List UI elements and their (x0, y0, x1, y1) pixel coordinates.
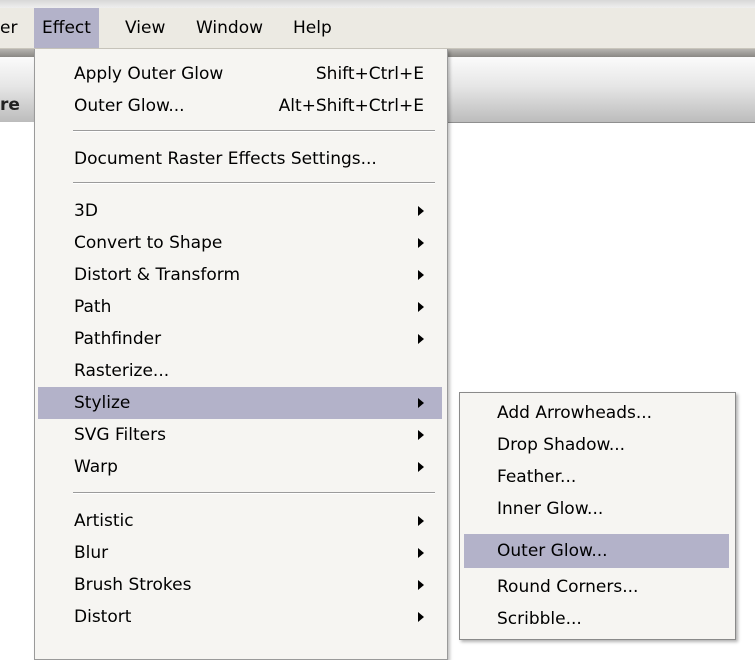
submenu-item-label: Drop Shadow... (497, 435, 626, 455)
document-title-fragment: re (0, 95, 20, 115)
submenu-item-label: Feather... (497, 467, 577, 487)
window-top-strip (0, 0, 755, 8)
submenu-arrow-icon (418, 430, 424, 440)
menu-item-label: Pathfinder (74, 329, 162, 349)
submenu-arrow-icon (418, 206, 424, 216)
menu-item-rasterize[interactable]: Rasterize... (38, 355, 442, 387)
submenu-item-drop-shadow[interactable]: Drop Shadow... (464, 429, 729, 461)
menu-item-brush-strokes[interactable]: Brush Strokes (38, 569, 442, 601)
submenu-item-add-arrowheads[interactable]: Add Arrowheads... (464, 397, 729, 429)
menu-item-stylize[interactable]: Stylize (38, 387, 442, 419)
menu-item-document-raster-effects-settings[interactable]: Document Raster Effects Settings... (38, 143, 442, 175)
menu-item-label: Document Raster Effects Settings... (74, 149, 377, 169)
menu-item-distort[interactable]: Distort (38, 601, 442, 633)
submenu-item-label: Outer Glow... (497, 541, 608, 561)
menu-item-3d[interactable]: 3D (38, 195, 442, 227)
menu-item-pathfinder[interactable]: Pathfinder (38, 323, 442, 355)
menu-item-shortcut: Alt+Shift+Ctrl+E (278, 96, 424, 116)
submenu-arrow-icon (418, 580, 424, 590)
submenu-arrow-icon (418, 270, 424, 280)
submenu-arrow-icon (418, 548, 424, 558)
menu-help[interactable]: Help (293, 8, 332, 48)
menu-item-convert-to-shape[interactable]: Convert to Shape (38, 227, 442, 259)
submenu-item-scribble[interactable]: Scribble... (464, 603, 729, 635)
submenu-item-label: Add Arrowheads... (497, 403, 653, 423)
menu-separator (73, 130, 435, 132)
submenu-item-feather[interactable]: Feather... (464, 461, 729, 493)
menu-item-label: Rasterize... (74, 361, 170, 381)
menu-item-label: Apply Outer Glow (74, 64, 224, 84)
effect-menu: Apply Outer Glow Shift+Ctrl+E Outer Glow… (34, 49, 448, 660)
menu-item-blur[interactable]: Blur (38, 537, 442, 569)
menu-separator (73, 492, 435, 494)
submenu-item-label: Inner Glow... (497, 499, 604, 519)
menu-item-label: Path (74, 297, 112, 317)
menu-window[interactable]: Window (196, 8, 263, 48)
submenu-arrow-icon (418, 398, 424, 408)
document-canvas-edge (0, 122, 34, 659)
menu-item-svg-filters[interactable]: SVG Filters (38, 419, 442, 451)
menu-item-label: Outer Glow... (74, 96, 185, 116)
menu-item-label: Distort & Transform (74, 265, 241, 285)
menu-item-label: Stylize (74, 393, 131, 413)
menu-item-label: SVG Filters (74, 425, 166, 445)
menu-item-label: Artistic (74, 511, 134, 531)
submenu-item-inner-glow[interactable]: Inner Glow... (464, 493, 729, 525)
stylize-submenu: Add Arrowheads... Drop Shadow... Feather… (459, 392, 736, 640)
menu-item-label: Blur (74, 543, 109, 563)
menu-item-label: Convert to Shape (74, 233, 223, 253)
menu-item-label: Brush Strokes (74, 575, 192, 595)
submenu-arrow-icon (418, 334, 424, 344)
menu-item-label: 3D (74, 201, 98, 221)
menu-separator (73, 182, 435, 184)
submenu-item-round-corners[interactable]: Round Corners... (464, 571, 729, 603)
menu-type-partial[interactable]: er (0, 8, 17, 48)
menu-view[interactable]: View (125, 8, 165, 48)
menu-item-label: Warp (74, 457, 118, 477)
submenu-arrow-icon (418, 516, 424, 526)
menu-item-shortcut: Shift+Ctrl+E (315, 64, 424, 84)
submenu-arrow-icon (418, 612, 424, 622)
submenu-arrow-icon (418, 302, 424, 312)
submenu-arrow-icon (418, 462, 424, 472)
menu-item-path[interactable]: Path (38, 291, 442, 323)
menu-item-label: Distort (74, 607, 132, 627)
submenu-item-label: Scribble... (497, 609, 582, 629)
menu-item-distort-transform[interactable]: Distort & Transform (38, 259, 442, 291)
menu-item-warp[interactable]: Warp (38, 451, 442, 483)
submenu-item-outer-glow[interactable]: Outer Glow... (464, 534, 729, 568)
menu-item-artistic[interactable]: Artistic (38, 505, 442, 537)
submenu-item-label: Round Corners... (497, 577, 639, 597)
menu-bar: er Effect View Window Help (0, 8, 755, 49)
menu-effect[interactable]: Effect (34, 8, 99, 48)
submenu-arrow-icon (418, 238, 424, 248)
menu-item-outer-glow[interactable]: Outer Glow... Alt+Shift+Ctrl+E (38, 90, 442, 122)
menu-item-apply-outer-glow[interactable]: Apply Outer Glow Shift+Ctrl+E (38, 58, 442, 90)
